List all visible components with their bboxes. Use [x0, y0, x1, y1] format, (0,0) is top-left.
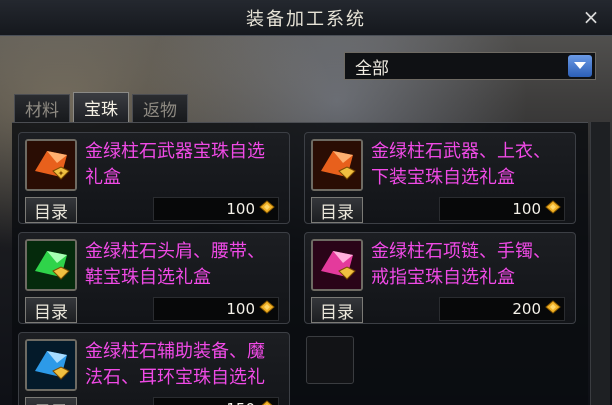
catalog-button[interactable]: 目录	[25, 397, 77, 405]
close-button[interactable]: ×	[580, 6, 602, 28]
item-price: 200	[512, 300, 541, 318]
item-name: 金绿柱石武器宝珠自选礼盒	[85, 141, 265, 188]
empty-item-slot	[306, 336, 354, 384]
item-card[interactable]: 金绿柱石辅助装备、魔法石、耳环宝珠自选礼 目录 150	[18, 332, 290, 405]
price-box: 100	[439, 197, 565, 221]
catalog-button[interactable]: 目录	[311, 197, 363, 223]
chevron-down-icon[interactable]	[568, 55, 592, 77]
price-box: 200	[439, 297, 565, 321]
price-box: 150	[153, 397, 279, 405]
catalog-button[interactable]: 目录	[311, 297, 363, 323]
price-box: 100	[153, 197, 279, 221]
item-price: 150	[226, 400, 255, 405]
gold-coin-icon	[544, 199, 562, 219]
item-name: 金绿柱石武器、上衣、下装宝珠自选礼盒	[371, 141, 551, 188]
pink-gem-box-icon	[311, 239, 363, 291]
item-card[interactable]: 金绿柱石项链、手镯、戒指宝珠自选礼盒 目录 200	[304, 232, 576, 324]
tab-returns[interactable]: 返物	[132, 94, 188, 122]
tab-orbs[interactable]: 宝珠	[73, 92, 129, 122]
item-card[interactable]: 金绿柱石武器、上衣、下装宝珠自选礼盒 目录 100	[304, 132, 576, 224]
green-gem-box-icon	[25, 239, 77, 291]
category-dropdown-value: 全部	[355, 58, 389, 79]
gold-coin-icon	[258, 299, 276, 319]
gold-coin-icon	[544, 299, 562, 319]
item-price: 100	[226, 200, 255, 218]
title-bar: 装备加工系统 ×	[0, 0, 612, 36]
gold-coin-icon	[258, 199, 276, 219]
category-dropdown[interactable]: 全部	[344, 52, 596, 80]
orange-gem-box-icon	[311, 139, 363, 191]
gold-coin-icon	[258, 399, 276, 405]
item-price: 100	[512, 200, 541, 218]
item-name: 金绿柱石项链、手镯、戒指宝珠自选礼盒	[371, 241, 551, 288]
item-name: 金绿柱石辅助装备、魔法石、耳环宝珠自选礼	[85, 341, 265, 388]
svg-text:✦: ✦	[58, 169, 65, 178]
item-card[interactable]: ✦ 金绿柱石武器宝珠自选礼盒 目录 100	[18, 132, 290, 224]
tab-materials[interactable]: 材料	[14, 94, 70, 122]
item-price: 100	[226, 300, 255, 318]
tab-bar: 材料 宝珠 返物	[14, 92, 188, 122]
price-box: 100	[153, 297, 279, 321]
blue-gem-box-icon	[25, 339, 77, 391]
window-title: 装备加工系统	[246, 8, 366, 30]
scrollbar[interactable]	[590, 122, 610, 405]
catalog-button[interactable]: 目录	[25, 197, 77, 223]
item-name: 金绿柱石头肩、腰带、鞋宝珠自选礼盒	[85, 241, 265, 288]
orange-gem-box-icon: ✦	[25, 139, 77, 191]
item-card[interactable]: 金绿柱石头肩、腰带、鞋宝珠自选礼盒 目录 100	[18, 232, 290, 324]
catalog-button[interactable]: 目录	[25, 297, 77, 323]
